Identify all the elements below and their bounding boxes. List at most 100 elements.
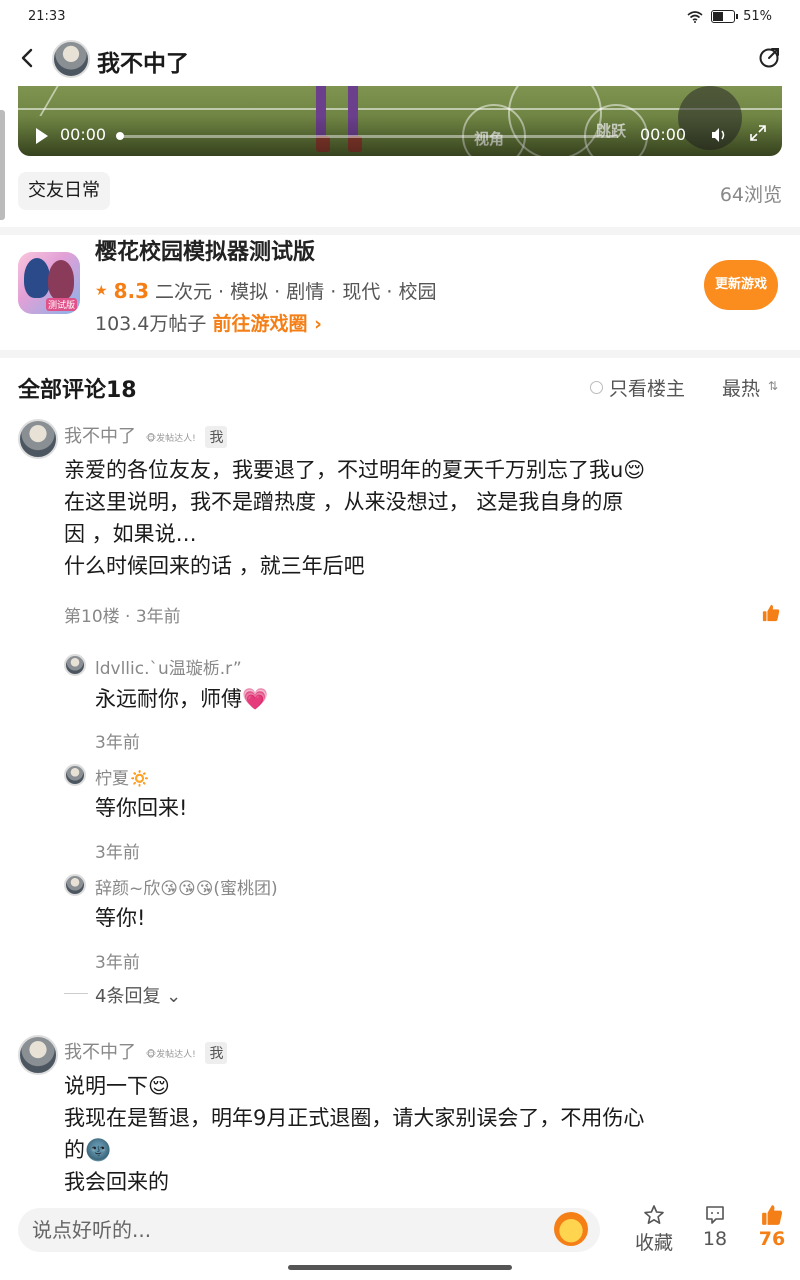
reply-text: 等你回来! [95, 796, 188, 820]
sort-dropdown[interactable]: 最热 [722, 374, 760, 401]
like-button[interactable]: 76 [742, 1204, 800, 1250]
more-replies-label: 4条回复 [95, 986, 161, 1007]
back-arrow-icon[interactable] [16, 46, 40, 70]
reply-avatar[interactable] [64, 874, 86, 896]
wifi-icon [687, 10, 703, 23]
reply-time: 3年前 [95, 733, 140, 753]
battery-percent: 51% [743, 9, 772, 24]
field-line [39, 86, 59, 116]
game-title[interactable]: 樱花校园模拟器测试版 [95, 238, 315, 264]
update-game-button[interactable]: 更新游戏 [704, 260, 778, 310]
comment-avatar[interactable] [18, 1035, 58, 1075]
reply-time: 3年前 [95, 843, 140, 863]
comment-line: 说明一下😌 [64, 1074, 170, 1098]
field-line [18, 108, 782, 110]
reply-author[interactable]: ldvllic.`u温璇栃.r” [95, 654, 242, 679]
scroll-indicator [0, 110, 5, 220]
comment-author[interactable]: 我不中了 [64, 426, 136, 447]
game-circle-link[interactable]: 前往游戏圈 › [212, 313, 321, 335]
comment-meta: 第10楼 · 3年前 [64, 607, 181, 627]
comment-input[interactable]: 说点好听的... [18, 1208, 600, 1252]
comment-count: 18 [702, 1228, 728, 1250]
reply-author[interactable]: 辞颜~欣😘😘😘(蜜桃团) [95, 874, 278, 899]
only-host-label: 只看楼主 [609, 378, 686, 400]
game-circle-link-label: 前往游戏圈 [212, 313, 308, 335]
comment-line: 因 ，如果说… [64, 522, 197, 546]
comments-title: 全部评论18 [18, 378, 137, 403]
page-title: 我不中了 [97, 51, 189, 77]
comment-line: 什么时候回来的话 ，就三年后吧 [64, 554, 365, 578]
comment-author-row: 我不中了 🐵发帖达人! 我 [64, 1038, 228, 1064]
author-badge: 🐵发帖达人! [146, 431, 196, 444]
home-indicator[interactable] [288, 1265, 512, 1270]
comment-avatar[interactable] [18, 419, 58, 459]
sort-icon[interactable]: ⇅ [768, 379, 778, 393]
battery-icon [711, 10, 739, 23]
video-player[interactable]: 视角 跳跃 00:00 00:00 [18, 86, 782, 156]
divider [64, 993, 88, 994]
comment-line: 在这里说明，我不是蹭热度 ，从来没想过， 这是我自身的原 [64, 490, 624, 514]
reply-text: 等你! [95, 906, 146, 930]
comment-line: 的🌚 [64, 1138, 112, 1162]
badge-label: 发帖达人! [156, 1049, 196, 1060]
fullscreen-icon[interactable] [750, 125, 766, 141]
only-host-toggle[interactable]: 只看楼主 [590, 374, 685, 401]
chevron-right-icon: › [314, 313, 322, 335]
play-icon[interactable] [36, 128, 48, 144]
reply-avatar[interactable] [64, 654, 86, 676]
status-bar: 21:33 51% [0, 0, 800, 34]
duration: 00:00 [640, 125, 687, 144]
game-meta-row: 103.4万帖子 前往游戏圈 › [95, 309, 322, 336]
comment-line: 我会回来的 [64, 1170, 169, 1194]
badge-icon: 🐵 [145, 1049, 157, 1060]
like-count: 76 [758, 1228, 786, 1250]
favorite-label: 收藏 [634, 1232, 673, 1254]
me-tag: 我 [205, 426, 228, 448]
author-avatar[interactable] [52, 40, 90, 78]
chevron-down-icon: ⌄ [160, 986, 182, 1007]
game-post-count: 103.4万帖子 [95, 313, 207, 335]
badge-label: 发帖达人! [156, 433, 196, 444]
comment-body: 亲爱的各位友友，我要退了，不过明年的夏天千万别忘了我u😌 在这里说明，我不是蹭热… [64, 454, 774, 582]
comment-author-row: 我不中了 🐵发帖达人! 我 [64, 422, 228, 448]
view-count: 64浏览 [719, 184, 782, 206]
more-replies-button[interactable]: 4条回复 ⌄ [95, 982, 181, 1008]
comment-line: 我现在是暂退，明年9月正式退圈，请大家别误会了，不用伤心 [64, 1106, 645, 1130]
author-badge: 🐵发帖达人! [146, 1047, 196, 1060]
divider [0, 350, 800, 358]
me-tag: 我 [205, 1042, 228, 1064]
comment-body: 说明一下😌 我现在是暂退，明年9月正式退圈，请大家别误会了，不用伤心 的🌚 我会… [64, 1070, 774, 1198]
game-genres: 二次元 · 模拟 · 剧情 · 现代 · 校园 [155, 281, 437, 303]
top-header: 我不中了 [0, 36, 800, 86]
reply-author[interactable]: 柠夏🔅 [95, 764, 150, 789]
game-icon-figure [48, 260, 74, 300]
video-progress-bar[interactable] [116, 132, 618, 140]
volume-icon[interactable] [710, 127, 728, 143]
status-right: 51% [687, 9, 772, 24]
like-icon[interactable] [762, 604, 780, 622]
divider [0, 227, 800, 235]
game-rating-row: ★ 8.3 二次元 · 模拟 · 剧情 · 现代 · 校园 [95, 277, 436, 304]
current-time: 00:00 [60, 125, 107, 144]
post-tag[interactable]: 交友日常 [18, 172, 110, 210]
star-icon: ★ [95, 282, 108, 299]
reply-time: 3年前 [95, 953, 140, 973]
emoji-face-icon[interactable] [554, 1212, 588, 1246]
comment-author[interactable]: 我不中了 [64, 1042, 136, 1063]
game-score: 8.3 [113, 278, 149, 303]
game-icon-badge: 测试版 [46, 298, 78, 311]
favorite-button[interactable]: 收藏 [624, 1204, 684, 1255]
progress-thumb[interactable] [116, 132, 124, 140]
star-outline-icon [644, 1205, 664, 1224]
reply-avatar[interactable] [64, 764, 86, 786]
reply-text: 永远耐你，师傅💗 [95, 687, 269, 711]
game-icon[interactable]: 测试版 [18, 252, 80, 314]
status-time: 21:33 [28, 9, 66, 24]
comment-button[interactable]: 18 [685, 1204, 745, 1250]
game-icon-figure [24, 258, 50, 298]
comment-icon [706, 1206, 724, 1224]
thumbs-up-icon [762, 1205, 783, 1225]
video-controls: 00:00 00:00 [18, 116, 782, 156]
share-icon[interactable] [758, 45, 782, 69]
badge-icon: 🐵 [145, 433, 157, 444]
